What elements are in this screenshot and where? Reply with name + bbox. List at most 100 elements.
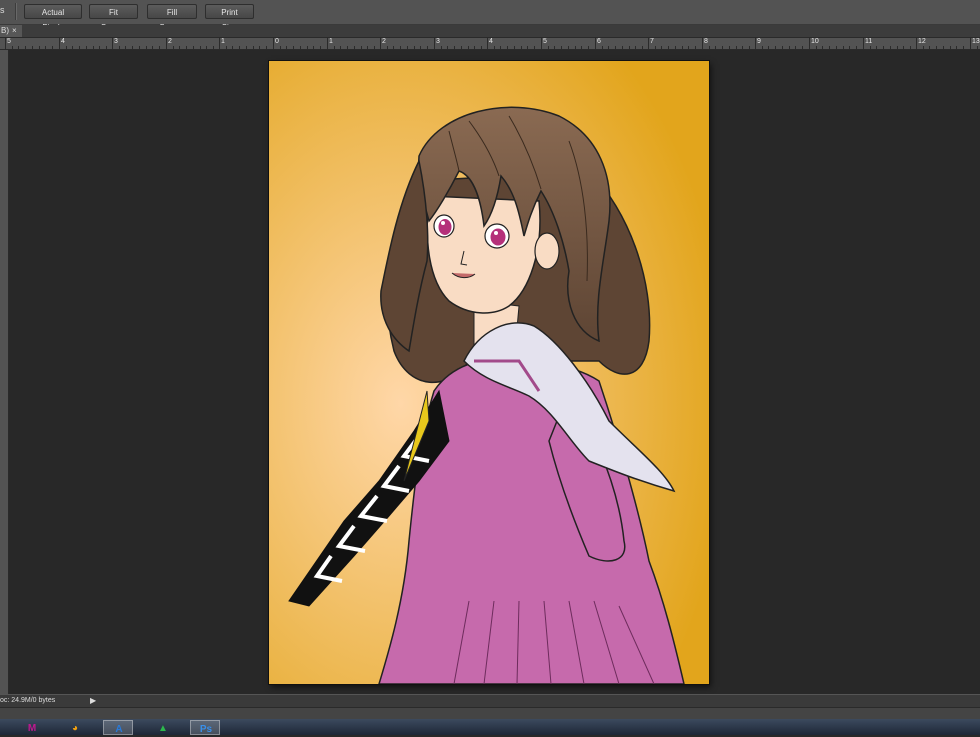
- fit-screen-button[interactable]: Fit Screen: [89, 4, 138, 32]
- ruler-minor-tick: [722, 46, 723, 49]
- ruler-minor-tick: [843, 46, 844, 49]
- ruler-major-tick: [541, 38, 542, 49]
- ruler-minor-tick: [950, 46, 951, 49]
- ruler-minor-tick: [347, 46, 348, 49]
- ruler-minor-tick: [514, 46, 515, 49]
- ruler-major-tick: [112, 38, 113, 49]
- ruler-label: 4: [489, 38, 493, 45]
- ruler-label: 10: [811, 38, 819, 45]
- ruler-major-tick: [809, 38, 810, 49]
- ruler-minor-tick: [454, 46, 455, 49]
- ruler-minor-tick: [293, 46, 294, 49]
- ruler-minor-tick: [822, 46, 823, 49]
- ruler-minor-tick: [588, 46, 589, 49]
- status-bar: oc: 24.9M/0 bytes ▶: [0, 694, 980, 707]
- ruler-label: 5: [7, 38, 11, 45]
- ruler-major-tick: [273, 38, 274, 49]
- ruler-major-tick: [970, 38, 971, 49]
- ruler-major-tick: [916, 38, 917, 49]
- ruler-label: 1: [221, 38, 225, 45]
- ruler-minor-tick: [152, 46, 153, 49]
- ruler-minor-tick: [420, 46, 421, 49]
- horizontal-ruler[interactable]: 5 4 3 2 1 0 1 2 3 4 5 6 7 8 9 10 11 12 13: [0, 38, 980, 50]
- close-icon[interactable]: ×: [12, 25, 17, 37]
- ruler-minor-tick: [52, 46, 53, 49]
- ruler-minor-tick: [367, 46, 368, 49]
- ruler-minor-tick: [79, 46, 80, 49]
- ruler-minor-tick: [468, 46, 469, 49]
- ruler-minor-tick: [829, 46, 830, 49]
- ruler-minor-tick: [642, 46, 643, 49]
- ruler-major-tick: [5, 38, 6, 49]
- green-app-icon: ▲: [158, 723, 168, 734]
- ruler-label: 0: [275, 38, 279, 45]
- ruler-minor-tick: [602, 46, 603, 49]
- ruler-minor-tick: [414, 46, 415, 49]
- ruler-major-tick: [863, 38, 864, 49]
- options-separator: [15, 3, 17, 20]
- taskbar-item-chrome[interactable]: ◕: [60, 720, 90, 735]
- ruler-minor-tick: [139, 46, 140, 49]
- ruler-major-tick: [487, 38, 488, 49]
- ruler-minor-tick: [742, 46, 743, 49]
- ruler-minor-tick: [929, 46, 930, 49]
- ruler-minor-tick: [106, 46, 107, 49]
- ruler-minor-tick: [361, 46, 362, 49]
- ruler-minor-tick: [816, 46, 817, 49]
- ruler-minor-tick: [749, 46, 750, 49]
- taskbar-item-green-app[interactable]: ▲: [148, 720, 178, 735]
- ruler-minor-tick: [849, 46, 850, 49]
- vertical-ruler[interactable]: [0, 50, 9, 694]
- ruler-minor-tick: [313, 46, 314, 49]
- ruler-label: 8: [704, 38, 708, 45]
- ruler-minor-tick: [943, 46, 944, 49]
- ruler-minor-tick: [354, 46, 355, 49]
- status-menu-arrow-icon[interactable]: ▶: [90, 695, 96, 707]
- ruler-minor-tick: [387, 46, 388, 49]
- document-canvas[interactable]: [269, 61, 709, 685]
- ruler-minor-tick: [72, 46, 73, 49]
- m-app-icon: M: [27, 723, 37, 734]
- ruler-minor-tick: [521, 46, 522, 49]
- ruler-label: 2: [382, 38, 386, 45]
- ruler-minor-tick: [668, 46, 669, 49]
- ruler-major-tick: [59, 38, 60, 49]
- ruler-minor-tick: [45, 46, 46, 49]
- options-bar: s Actual Pixels Fit Screen Fill Screen P…: [0, 0, 980, 32]
- ruler-major-tick: [434, 38, 435, 49]
- print-size-button[interactable]: Print Size: [205, 4, 254, 32]
- ruler-minor-tick: [661, 46, 662, 49]
- ruler-minor-tick: [481, 46, 482, 49]
- ruler-minor-tick: [655, 46, 656, 49]
- ruler-minor-tick: [494, 46, 495, 49]
- taskbar: M ◕ A ▲ Ps: [0, 719, 980, 735]
- taskbar-item-photoshop[interactable]: Ps: [190, 720, 220, 735]
- ruler-minor-tick: [407, 46, 408, 49]
- ruler-label: 9: [757, 38, 761, 45]
- ruler-minor-tick: [802, 46, 803, 49]
- ruler-minor-tick: [186, 46, 187, 49]
- document-tab[interactable]: B) ×: [0, 25, 22, 37]
- taskbar-item-a-app[interactable]: A: [103, 720, 133, 735]
- actual-pixels-button[interactable]: Actual Pixels: [24, 4, 82, 32]
- ruler-minor-tick: [146, 46, 147, 49]
- ruler-label: 5: [543, 38, 547, 45]
- ruler-minor-tick: [775, 46, 776, 49]
- ruler-minor-tick: [239, 46, 240, 49]
- taskbar-item-m-app[interactable]: M: [17, 720, 47, 735]
- ruler-major-tick: [595, 38, 596, 49]
- horizontal-scrollbar[interactable]: [0, 707, 980, 719]
- ruler-minor-tick: [334, 46, 335, 49]
- ruler-minor-tick: [447, 46, 448, 49]
- ruler-minor-tick: [575, 46, 576, 49]
- ruler-minor-tick: [762, 46, 763, 49]
- document-tab-row: B) ×: [0, 25, 980, 38]
- ruler-minor-tick: [280, 46, 281, 49]
- fill-screen-button[interactable]: Fill Screen: [147, 4, 197, 32]
- ruler-minor-tick: [581, 46, 582, 49]
- ruler-minor-tick: [307, 46, 308, 49]
- ruler-minor-tick: [795, 46, 796, 49]
- ruler-minor-tick: [736, 46, 737, 49]
- ruler-minor-tick: [688, 46, 689, 49]
- options-edge-label: s: [0, 5, 5, 15]
